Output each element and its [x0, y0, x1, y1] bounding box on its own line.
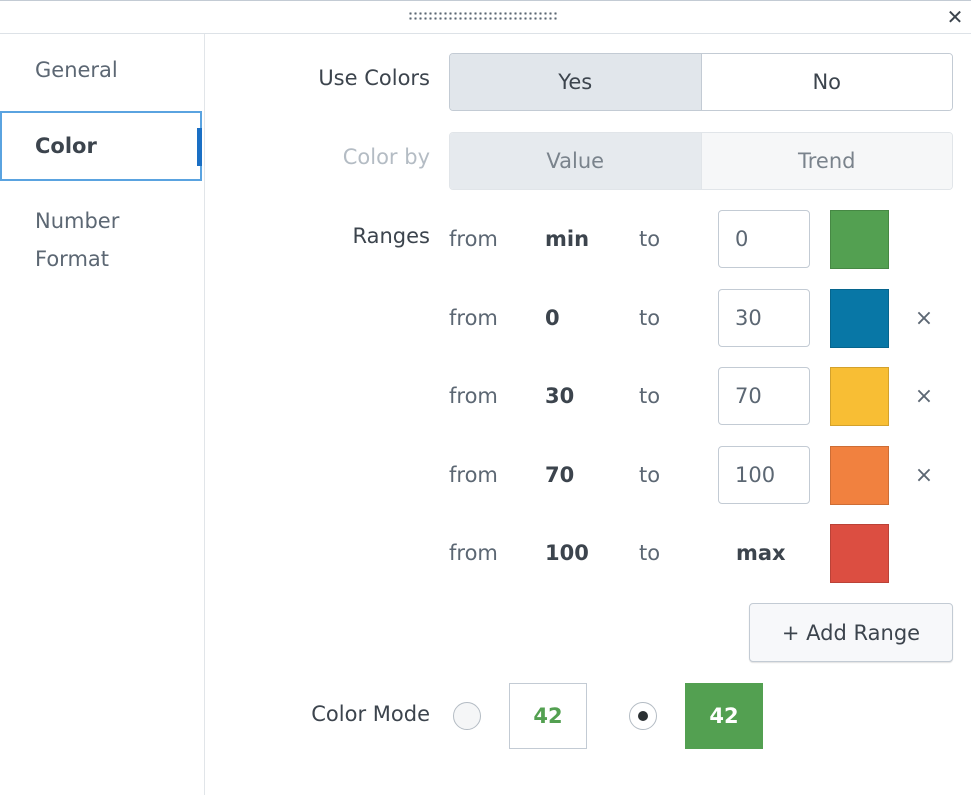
use-colors-no-button[interactable]: No: [700, 54, 952, 110]
active-indicator: [197, 128, 202, 166]
sidebar-item-general[interactable]: General: [0, 51, 205, 89]
range-from-value: min: [545, 227, 590, 251]
remove-range-icon[interactable]: ×: [912, 385, 936, 409]
range-from-word: from: [449, 306, 498, 330]
sidebar: General Color Number Format: [0, 34, 205, 795]
range-to-word: to: [639, 227, 661, 251]
range-from-value: 70: [545, 463, 575, 487]
color-by-toggle: Value Trend: [449, 132, 953, 190]
range-from-value: 30: [545, 384, 575, 408]
color-mode-block-radio[interactable]: [629, 702, 657, 730]
range-from-word: from: [449, 227, 498, 251]
remove-range-icon[interactable]: ×: [912, 464, 936, 488]
range-from-value: 100: [545, 541, 589, 565]
sidebar-item-label: Color: [35, 134, 97, 158]
color-by-trend-button[interactable]: Trend: [700, 133, 952, 189]
range-color-swatch[interactable]: [830, 446, 889, 505]
sidebar-item-number-format[interactable]: Number Format: [0, 202, 150, 278]
range-to-input[interactable]: [718, 289, 810, 347]
panel-header: ✕: [0, 0, 971, 34]
range-color-swatch[interactable]: [830, 289, 889, 348]
range-to-input[interactable]: [718, 367, 810, 425]
range-color-swatch[interactable]: [830, 210, 889, 269]
range-to-word: to: [639, 306, 661, 330]
use-colors-yes-button[interactable]: Yes: [450, 54, 701, 110]
range-color-swatch[interactable]: [830, 367, 889, 426]
range-to-input[interactable]: [718, 446, 810, 504]
ranges-label: Ranges: [352, 224, 431, 248]
color-mode-text-radio[interactable]: [453, 702, 481, 730]
range-to-word: to: [639, 463, 661, 487]
range-from-value: 0: [545, 306, 560, 330]
range-from-word: from: [449, 463, 498, 487]
range-color-swatch[interactable]: [830, 524, 889, 583]
remove-range-icon[interactable]: ×: [912, 307, 936, 331]
color-by-value-button[interactable]: Value: [450, 133, 701, 189]
sidebar-item-label: General: [35, 58, 118, 82]
range-to-value: max: [736, 541, 786, 565]
sidebar-item-label: Number Format: [35, 209, 120, 271]
close-icon[interactable]: ✕: [944, 6, 966, 28]
use-colors-label: Use Colors: [318, 66, 430, 90]
color-by-label: Color by: [342, 145, 430, 169]
color-mode-block-preview[interactable]: 42: [685, 683, 763, 749]
add-range-button[interactable]: + Add Range: [749, 603, 953, 662]
range-to-word: to: [639, 384, 661, 408]
range-to-word: to: [639, 541, 661, 565]
drag-handle-icon[interactable]: [408, 11, 558, 21]
sidebar-item-color[interactable]: Color: [0, 111, 202, 181]
use-colors-toggle: Yes No: [449, 53, 953, 111]
color-mode-text-preview[interactable]: 42: [509, 683, 587, 749]
range-from-word: from: [449, 384, 498, 408]
range-to-input[interactable]: [718, 210, 810, 268]
color-mode-label: Color Mode: [311, 702, 430, 726]
range-from-word: from: [449, 541, 498, 565]
